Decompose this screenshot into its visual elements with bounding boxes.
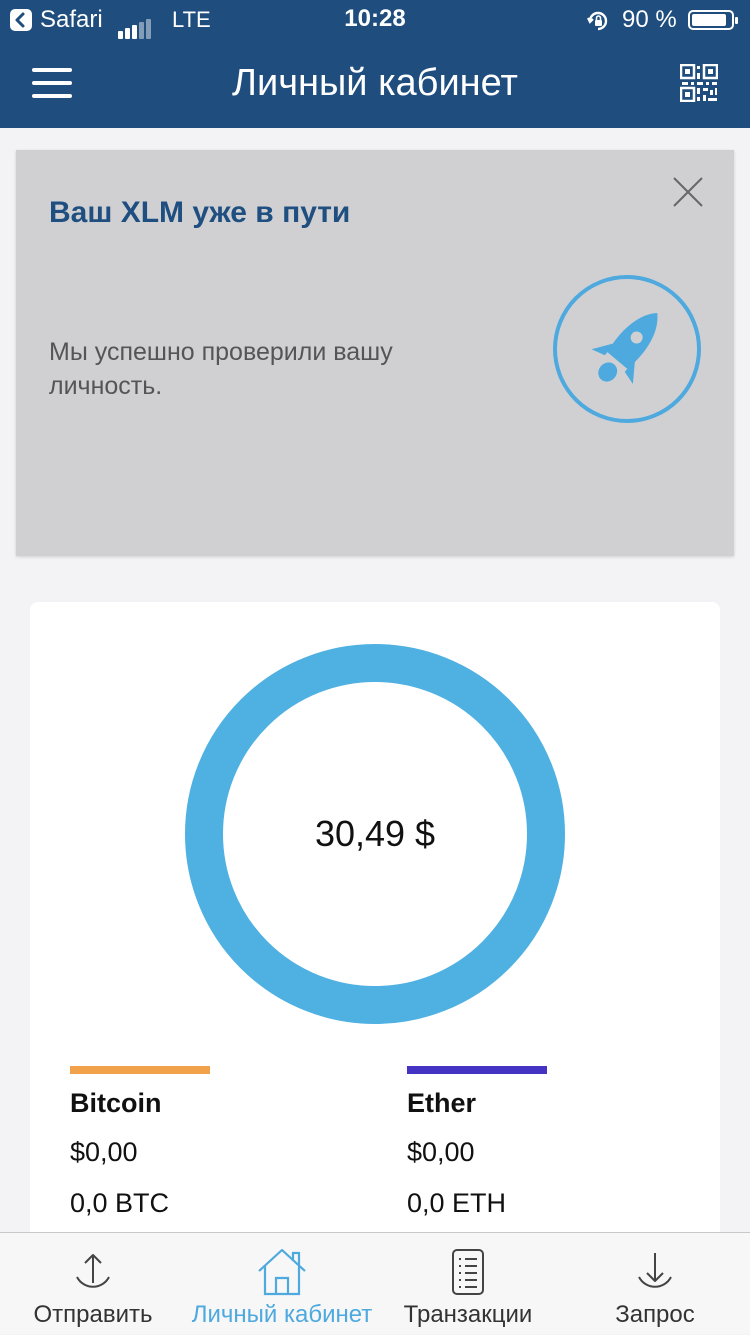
asset-ether[interactable]: Ether $0,00 0,0 ETH — [407, 1066, 647, 1219]
battery-level — [692, 14, 727, 26]
home-icon — [258, 1248, 306, 1296]
asset-bitcoin[interactable]: Bitcoin $0,00 0,0 BTC — [70, 1066, 310, 1219]
status-bar: Safari LTE 10:28 90 % — [0, 0, 750, 40]
tab-dashboard[interactable]: Личный кабинет — [188, 1233, 376, 1335]
tab-label: Отправить — [33, 1301, 153, 1328]
orientation-lock-icon — [586, 9, 610, 40]
portfolio-card: 30,49 $ Bitcoin $0,00 0,0 BTC Ether $0,0… — [30, 602, 720, 1242]
portfolio-total: 30,49 $ — [314, 813, 436, 854]
asset-name: Ether — [407, 1088, 477, 1118]
close-icon[interactable] — [670, 174, 706, 210]
bitcoin-color-bar — [70, 1066, 210, 1074]
qr-code-icon[interactable] — [680, 64, 718, 102]
rocket-icon — [553, 275, 701, 423]
asset-name: Bitcoin — [70, 1088, 162, 1118]
tab-label: Транзакции — [403, 1301, 533, 1328]
banner-title: Ваш XLM уже в пути — [49, 196, 351, 229]
battery-percent: 90 % — [622, 6, 677, 33]
send-icon — [76, 1254, 110, 1288]
asset-amount: 0,0 BTC — [70, 1188, 170, 1218]
banner-text: Мы успешно проверили вашу личность. — [49, 338, 393, 400]
ether-color-bar — [407, 1066, 547, 1074]
navigation-bar: Личный кабинет — [0, 40, 750, 128]
tab-send[interactable]: Отправить — [14, 1233, 172, 1335]
verification-banner: Ваш XLM уже в пути Мы успешно проверили … — [16, 150, 734, 556]
transactions-icon — [452, 1249, 484, 1295]
request-icon — [638, 1253, 672, 1288]
tab-transactions[interactable]: Транзакции — [390, 1233, 546, 1335]
asset-usd-value: $0,00 — [70, 1137, 138, 1167]
asset-amount: 0,0 ETH — [407, 1188, 507, 1218]
page-title: Личный кабинет — [232, 62, 518, 104]
tab-bar: Отправить Личный кабинет Транзакции Запр… — [0, 1232, 750, 1334]
asset-usd-value: $0,00 — [407, 1137, 475, 1167]
battery-icon — [688, 10, 738, 30]
tab-label: Личный кабинет — [191, 1301, 373, 1328]
tab-request[interactable]: Запрос — [582, 1233, 728, 1335]
tab-label: Запрос — [615, 1301, 695, 1328]
